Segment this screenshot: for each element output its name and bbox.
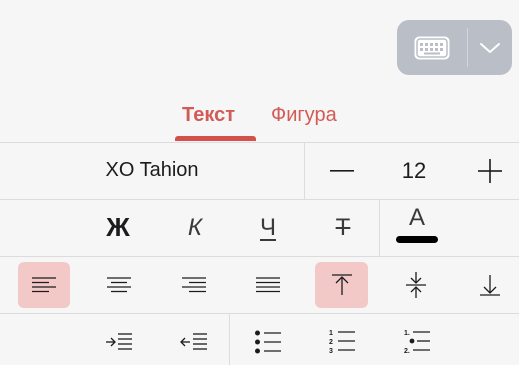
divider — [304, 142, 305, 199]
divider — [0, 313, 519, 314]
valign-middle-icon — [406, 272, 426, 298]
font-size-value: 12 — [384, 142, 444, 199]
active-tab-indicator — [175, 136, 256, 141]
text-color-button[interactable]: А — [392, 199, 442, 249]
align-left-icon — [32, 277, 56, 293]
multilevel-list-button[interactable]: 1. 2. — [391, 318, 443, 365]
svg-text:2.: 2. — [404, 348, 410, 355]
keyboard-button[interactable] — [397, 20, 467, 75]
tab-text[interactable]: Текст — [182, 104, 235, 127]
bullet-list-button[interactable] — [242, 318, 294, 365]
svg-text:1: 1 — [329, 330, 333, 337]
italic-label: К — [187, 213, 203, 241]
bold-button[interactable]: Ж — [93, 199, 143, 256]
valign-top-icon — [331, 274, 352, 295]
text-color-label: А — [408, 204, 425, 231]
indent-increase-icon — [106, 332, 132, 350]
svg-text:3: 3 — [329, 348, 333, 355]
font-size-label: 12 — [401, 157, 427, 183]
underline-label: Ч — [260, 213, 276, 241]
valign-top-button[interactable] — [315, 262, 368, 308]
valign-bottom-icon — [480, 275, 500, 296]
bullet-list-icon — [255, 330, 281, 353]
keyboard-toolbar-group — [397, 20, 512, 75]
indent-decrease-icon — [180, 332, 207, 350]
strikethrough-label: Т — [335, 213, 351, 241]
text-color-swatch — [396, 236, 438, 243]
align-right-icon — [182, 277, 206, 293]
align-justify-icon — [256, 277, 280, 293]
align-center-button[interactable] — [93, 262, 145, 308]
numbered-list-button[interactable]: 1 2 3 — [316, 318, 368, 365]
svg-text:1.: 1. — [404, 330, 410, 337]
align-right-button[interactable] — [168, 262, 220, 308]
underline-button[interactable]: Ч — [243, 199, 293, 256]
tab-shape[interactable]: Фигура — [271, 104, 337, 127]
format-tabs: Текст Фигура — [0, 100, 519, 142]
align-justify-button[interactable] — [242, 262, 294, 308]
divider — [379, 199, 380, 256]
font-name-button[interactable]: XO Tahion — [0, 142, 304, 199]
keyboard-icon — [414, 36, 450, 59]
hide-keyboard-button[interactable] — [468, 20, 512, 75]
chevron-down-icon — [480, 42, 500, 53]
plus-icon — [478, 158, 502, 183]
indent-decrease-button[interactable] — [168, 318, 220, 365]
align-center-icon — [107, 277, 131, 293]
divider — [229, 313, 230, 365]
indent-increase-button[interactable] — [93, 318, 145, 365]
align-left-button[interactable] — [18, 262, 70, 308]
strikethrough-button[interactable]: Т — [318, 199, 368, 256]
numbered-list-icon: 1 2 3 — [329, 330, 355, 355]
increase-size-button[interactable] — [466, 142, 514, 199]
minus-icon — [330, 169, 354, 172]
svg-text:2: 2 — [329, 339, 333, 346]
multilevel-list-icon: 1. 2. — [404, 330, 430, 355]
divider — [0, 256, 519, 257]
valign-bottom-button[interactable] — [466, 262, 514, 308]
font-name-label: XO Tahion — [105, 159, 199, 181]
valign-middle-button[interactable] — [391, 262, 441, 308]
italic-button[interactable]: К — [170, 199, 220, 256]
decrease-size-button[interactable] — [318, 142, 366, 199]
bold-label: Ж — [106, 212, 130, 242]
